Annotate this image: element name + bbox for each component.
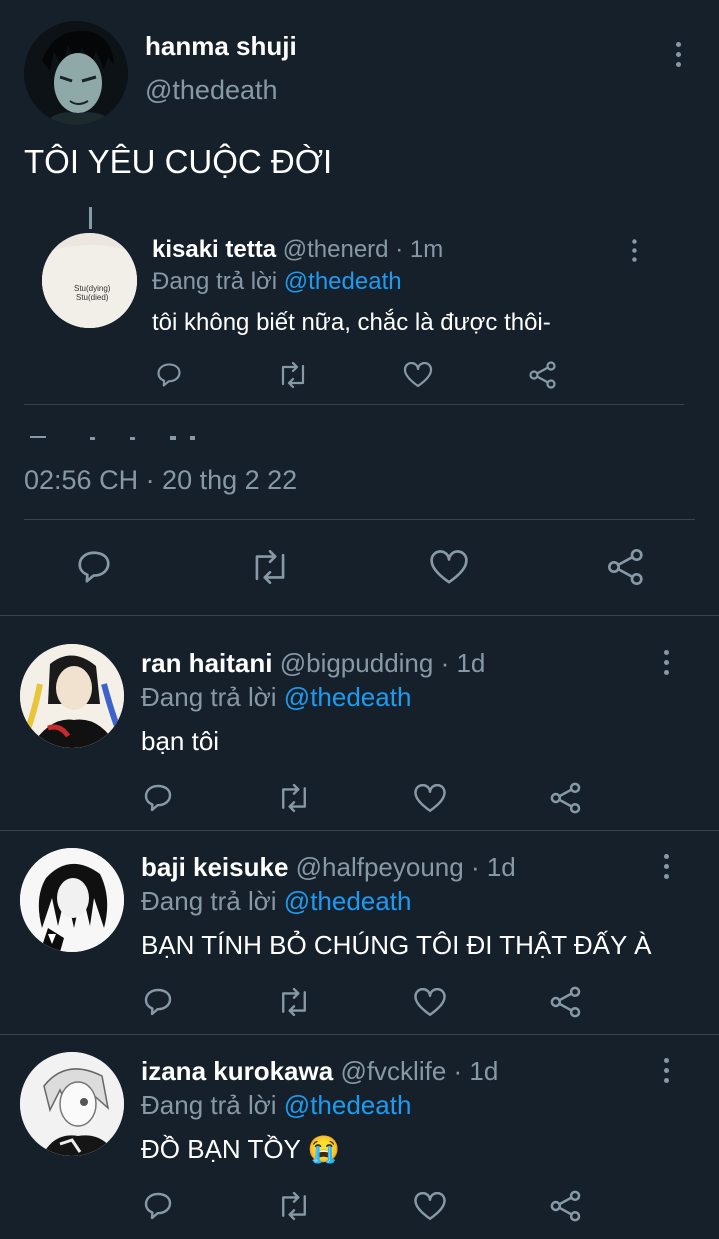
avatar[interactable] [24,21,128,125]
divider [24,519,695,520]
timestamp: · 1d [470,852,516,882]
reply-icon[interactable] [142,782,174,814]
timestamp: · 1d [440,648,486,678]
like-icon[interactable] [413,988,447,1017]
avatar-illustration [24,21,128,125]
like-icon[interactable] [413,1192,447,1221]
retweet-icon[interactable] [277,362,309,388]
like-icon[interactable] [429,550,469,585]
timestamp: · 1d [453,1056,499,1086]
display-name[interactable]: baji keisuke [141,852,288,882]
more-icon[interactable] [656,1056,676,1086]
divider [0,1034,719,1035]
handle[interactable]: @halfpeyoung [296,852,464,882]
replying-to: Đang trả lời @thedeath [141,886,411,917]
reply-icon[interactable] [75,548,113,586]
divider [0,615,719,616]
share-icon[interactable] [549,986,583,1018]
retweet-icon[interactable] [248,550,292,584]
share-icon[interactable] [606,548,646,586]
shirt-photo: Stu(dying) Stu(died) [42,233,137,328]
reply-text: tôi không biết nữa, chắc là được thôi- [152,309,551,336]
reply-text: ĐỒ BẠN TỒY 😭 [141,1134,341,1164]
reply-header: izana kurokawa @fvcklife · 1d [141,1056,498,1087]
mention-link[interactable]: @thedeath [284,268,402,295]
avatar-illustration [20,1052,124,1156]
reply-header: ran haitani @bigpudding · 1d [141,648,485,679]
mention-link[interactable]: @thedeath [284,682,412,712]
avatar[interactable] [20,1052,124,1156]
avatar-illustration [20,848,124,952]
thread-line [89,207,92,229]
reply-header: kisaki tetta @thenerd · 1m [152,236,443,264]
clipped-text [30,436,200,442]
display-name[interactable]: izana kurokawa [141,1056,333,1086]
avatar[interactable] [20,848,124,952]
handle[interactable]: @fvcklife [340,1056,446,1086]
reply-text: bạn tôi [141,726,220,756]
handle[interactable]: @thedeath [145,75,278,106]
more-icon[interactable] [656,648,676,678]
avatar[interactable]: Stu(dying) Stu(died) [42,233,137,328]
replying-prefix: Đang trả lời [152,268,278,295]
mention-link[interactable]: @thedeath [284,886,412,916]
timestamp: · 1m [395,236,444,263]
svg-text:Stu(died): Stu(died) [76,293,109,302]
handle[interactable]: @bigpudding [280,648,434,678]
mention-link[interactable]: @thedeath [284,1090,412,1120]
reply-text: BẠN TÍNH BỎ CHÚNG TÔI ĐI THẬT ĐẤY À [141,930,652,960]
replying-to: Đang trả lời @thedeath [152,268,402,296]
share-icon[interactable] [528,361,558,389]
avatar-illustration [20,644,124,748]
svg-text:Stu(dying): Stu(dying) [74,284,111,293]
share-icon[interactable] [549,782,583,814]
avatar[interactable] [20,644,124,748]
divider [24,404,684,405]
display-name[interactable]: ran haitani [141,648,272,678]
more-icon[interactable] [625,238,643,265]
reply-icon[interactable] [155,361,183,389]
replying-to: Đang trả lời @thedeath [141,1090,411,1121]
replying-prefix: Đang trả lời [141,682,277,712]
timestamp[interactable]: 02:56 CH · 20 thg 2 22 [24,465,297,496]
retweet-icon[interactable] [276,1192,312,1220]
replying-prefix: Đang trả lời [141,886,277,916]
reply-header: baji keisuke @halfpeyoung · 1d [141,852,516,883]
display-name[interactable]: kisaki tetta [152,236,276,263]
like-icon[interactable] [403,362,433,388]
more-icon[interactable] [656,852,676,882]
like-icon[interactable] [413,784,447,813]
replying-to: Đang trả lời @thedeath [141,682,411,713]
reply-icon[interactable] [142,1190,174,1222]
replying-prefix: Đang trả lời [141,1090,277,1120]
more-icon[interactable] [668,40,688,70]
divider [0,830,719,831]
retweet-icon[interactable] [276,988,312,1016]
handle[interactable]: @thenerd [283,236,389,263]
tweet-text: TÔI YÊU CUỘC ĐỜI [24,143,333,180]
display-name[interactable]: hanma shuji [145,31,297,62]
reply-icon[interactable] [142,986,174,1018]
share-icon[interactable] [549,1190,583,1222]
retweet-icon[interactable] [276,784,312,812]
